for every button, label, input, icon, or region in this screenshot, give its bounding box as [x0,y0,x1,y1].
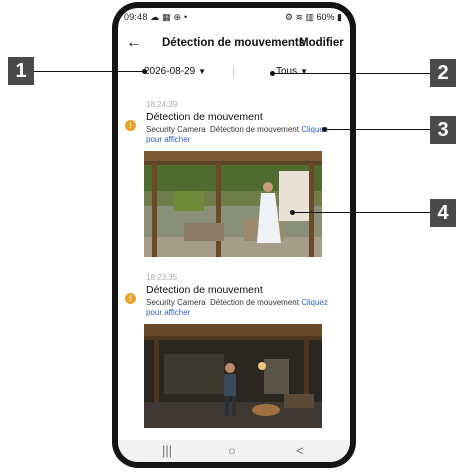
callout-2-dot [270,71,275,76]
app-header: ← Détection de mouvements Modifier [118,34,350,56]
filter-bar: 2026-08-29 ▼ Tous ▼ [118,66,350,84]
event-type: Détection de mouvement [210,298,299,307]
night-patio-photo [144,324,322,428]
status-icons: ☁ ▦ ⊕ • [150,12,188,22]
callout-4-dot [290,210,295,215]
event-time: 18:23:35 [146,273,178,282]
date-filter-dropdown[interactable]: 2026-08-29 ▼ [144,66,206,77]
event-camera: Security Camera [146,298,206,307]
callout-1-leader [34,71,144,72]
callout-3: 3 [430,116,456,144]
filter-divider [233,66,234,78]
back-nav-icon[interactable]: < [296,443,304,458]
date-filter-value: 2026-08-29 [144,66,196,77]
type-filter-value: Tous [276,66,298,77]
chevron-down-icon: ▼ [198,67,207,76]
event-camera: Security Camera [146,125,206,134]
status-left: 09:48 ☁ ▦ ⊕ • [124,12,187,23]
event-thumbnail[interactable] [144,324,322,428]
callout-2: 2 [430,59,456,87]
alert-icon: ! [125,293,136,304]
android-nav-bar: ||| ○ < [118,440,350,462]
event-title: Détection de mouvement [146,111,263,123]
event-time: 18:24:39 [146,100,178,109]
status-time: 09:48 [124,12,148,22]
type-filter-dropdown[interactable]: Tous ▼ [276,66,308,77]
callout-4: 4 [430,199,456,227]
phone-screen: 09:48 ☁ ▦ ⊕ • ⚙ ≋ ▥ 60% ▮ ← Détection de… [118,8,350,462]
callout-2-leader [272,73,430,74]
modify-button[interactable]: Modifier [299,37,344,49]
callout-1-dot [142,69,147,74]
event-thumbnail[interactable] [144,151,322,257]
status-bar: 09:48 ☁ ▦ ⊕ • ⚙ ≋ ▥ 60% ▮ [118,8,350,26]
callout-4-leader [292,212,430,213]
arrow-left-icon[interactable]: ← [126,34,142,52]
patio-photo [144,151,322,257]
event-title: Détection de mouvement [146,284,263,296]
home-icon[interactable]: ○ [228,443,236,458]
chevron-down-icon: ▼ [300,67,309,76]
page-title: Détection de mouvements [162,37,306,49]
callout-3-dot [322,127,327,132]
callout-3-leader [324,129,430,130]
event-description: Security Camera Détection de mouvement C… [146,298,342,318]
status-right: ⚙ ≋ ▥ 60% ▮ [284,12,342,22]
callout-1: 1 [8,57,34,85]
event-description: Security Camera Détection de mouvement C… [146,125,342,145]
recents-icon[interactable]: ||| [162,443,172,458]
event-type: Détection de mouvement [210,125,299,134]
alert-icon: ! [125,120,136,131]
